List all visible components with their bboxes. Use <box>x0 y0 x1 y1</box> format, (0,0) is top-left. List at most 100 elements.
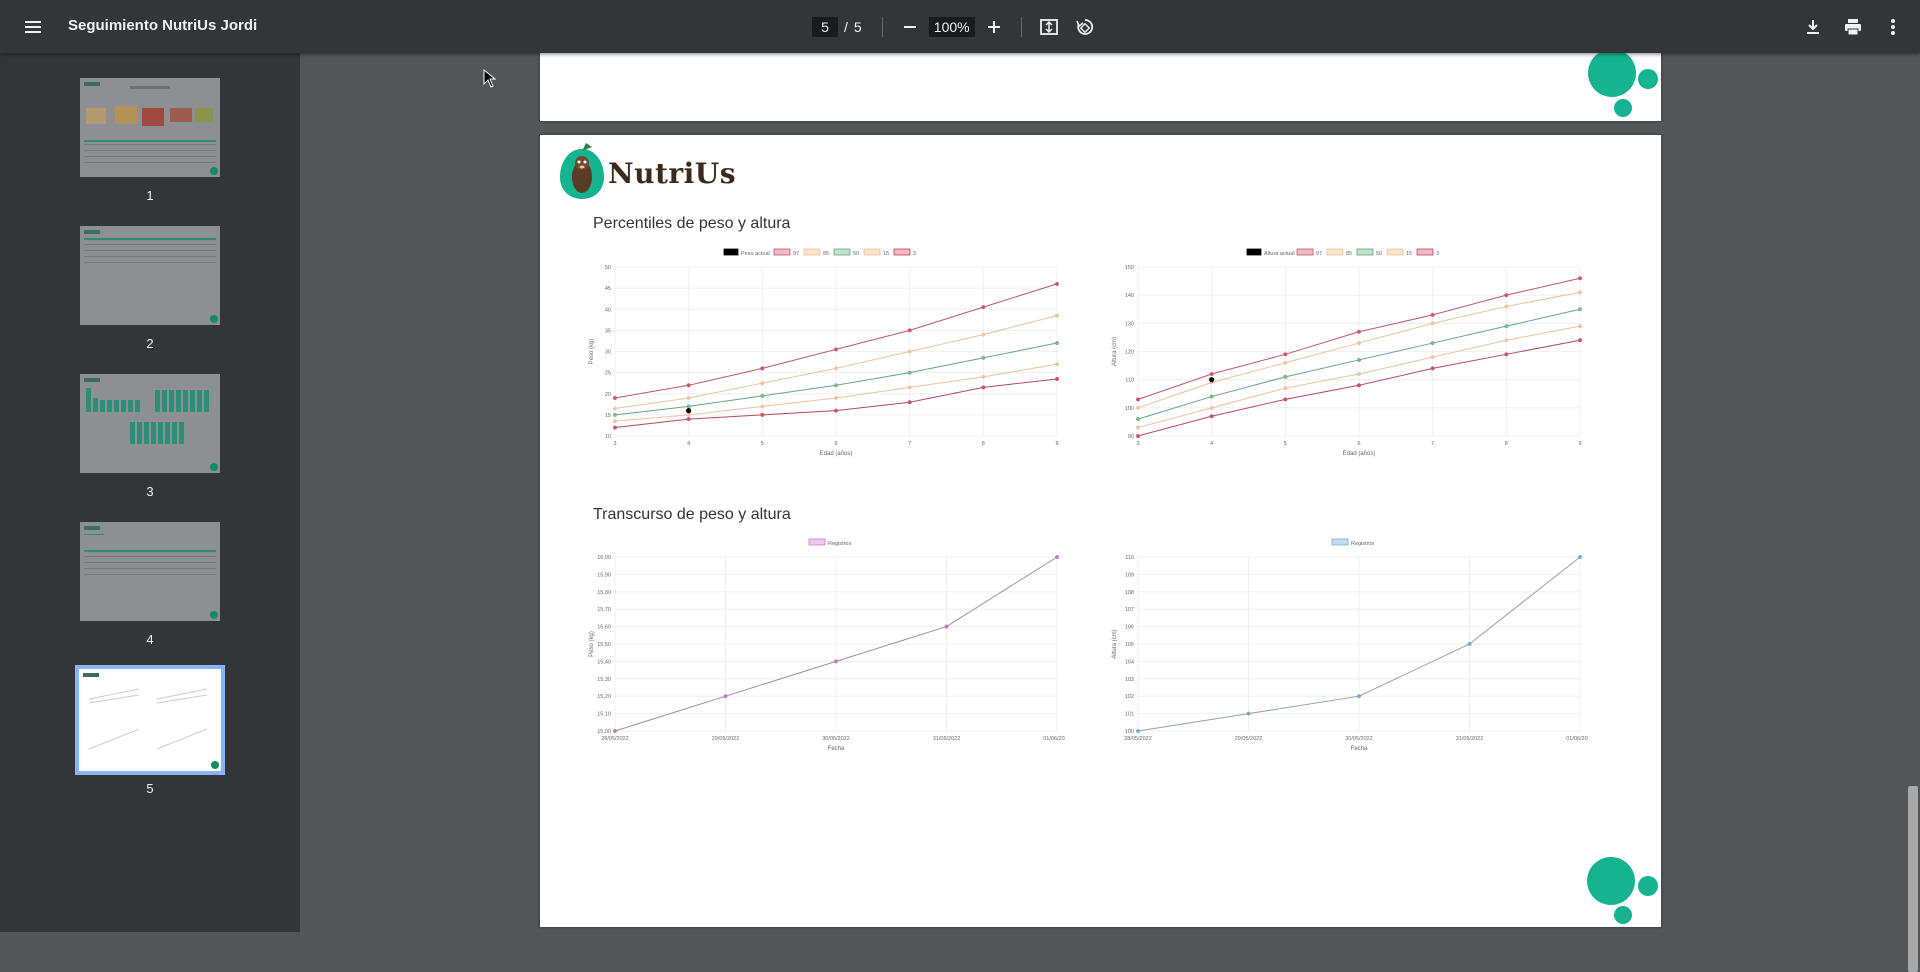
thumbnail-label: 4 <box>146 632 154 647</box>
data-point <box>1504 304 1509 309</box>
legend-label: 3 <box>1436 251 1439 257</box>
data-point <box>1055 376 1060 381</box>
x-tick-label: 5 <box>761 441 764 447</box>
data-point <box>1209 372 1214 377</box>
y-tick-label: 90 <box>1128 434 1134 440</box>
data-point <box>833 408 838 413</box>
data-point <box>981 305 986 310</box>
data-point <box>1430 355 1435 360</box>
data-point <box>1578 555 1583 560</box>
y-axis-label: Altura (cm) <box>1112 629 1118 658</box>
y-tick-label: 15,40 <box>597 659 611 665</box>
data-point <box>760 393 765 398</box>
y-tick-label: 15,00 <box>597 729 611 735</box>
current-value-point <box>686 408 692 414</box>
fit-to-page-icon <box>1039 19 1058 35</box>
y-tick-label: 140 <box>1125 293 1134 299</box>
x-tick-label: 3 <box>613 441 616 447</box>
rotate-button[interactable] <box>1072 14 1098 40</box>
print-icon <box>1845 19 1861 36</box>
data-point <box>1578 324 1583 329</box>
y-tick-label: 109 <box>1125 572 1134 578</box>
zoom-out-button[interactable] <box>897 14 923 40</box>
fit-page-button[interactable] <box>1036 14 1062 40</box>
page-number-input[interactable] <box>812 17 838 37</box>
data-point <box>1136 417 1141 422</box>
x-axis-label: Fecha <box>828 746 845 752</box>
y-tick-label: 102 <box>1125 694 1134 700</box>
data-point <box>981 332 986 337</box>
data-point <box>1136 425 1141 430</box>
print-button[interactable] <box>1840 14 1866 40</box>
page-thumbnail <box>80 78 220 177</box>
legend-swatch <box>1416 248 1434 256</box>
zoom-input[interactable] <box>928 17 975 37</box>
y-tick-label: 45 <box>605 286 611 292</box>
mouse-cursor-icon <box>483 69 497 88</box>
y-tick-label: 110 <box>1125 378 1134 384</box>
x-tick-label: 28/05/2022 <box>1124 736 1152 742</box>
data-point <box>1578 307 1583 312</box>
data-point <box>833 347 838 352</box>
x-tick-label: 7 <box>1431 441 1434 447</box>
data-point <box>1430 321 1435 326</box>
data-point <box>1055 341 1060 346</box>
data-point <box>907 370 912 375</box>
rotate-icon <box>1075 19 1093 35</box>
nutrius-logo-icon <box>560 143 604 199</box>
data-point <box>760 381 765 386</box>
data-point <box>1209 414 1214 419</box>
data-point <box>760 412 765 417</box>
thumbnail-label: 3 <box>146 484 154 499</box>
more-vert-icon <box>1891 19 1895 35</box>
legend-swatch <box>863 248 881 256</box>
download-button[interactable] <box>1800 14 1826 40</box>
section-title-percentiles: Percentiles de peso y altura <box>593 215 791 232</box>
legend-swatch <box>773 248 791 256</box>
y-tick-label: 130 <box>1125 321 1134 327</box>
vertical-scrollbar[interactable] <box>1906 53 1920 972</box>
data-point <box>613 419 618 424</box>
data-point <box>1356 341 1361 346</box>
thumbnail-sidebar: 1 2 3 4 5 <box>0 53 300 932</box>
legend-swatch <box>723 248 739 256</box>
legend-swatch <box>1326 248 1344 256</box>
y-tick-label: 15,10 <box>597 712 611 718</box>
decorative-circles-icon <box>1588 53 1658 117</box>
more-options-button[interactable] <box>1880 14 1906 40</box>
legend-label: Registros <box>1351 541 1374 547</box>
weight-percentile-chart: Peso actual 97 85 50 15 31015202530354045503 4… <box>589 248 1060 457</box>
data-point <box>907 349 912 354</box>
x-tick-label: 28/05/2022 <box>601 736 629 742</box>
height-history-chart: Registros 100 101 102 103 104 105 106 107 108 109 1… <box>1112 538 1588 752</box>
height-percentile-chart: Altura actual 97 85 50 15 3901001101201301401… <box>1112 248 1583 457</box>
y-tick-label: 104 <box>1125 659 1134 665</box>
data-point <box>686 404 691 409</box>
y-tick-label: 20 <box>605 392 611 398</box>
data-point <box>833 659 838 664</box>
x-tick-label: 3 <box>1136 441 1139 447</box>
y-tick-label: 50 <box>605 265 611 271</box>
x-tick-label: 7 <box>908 441 911 447</box>
data-point <box>686 395 691 400</box>
legend-label: 85 <box>823 251 829 257</box>
x-tick-label: 31/05/2022 <box>933 736 961 742</box>
data-point <box>1578 290 1583 295</box>
data-point <box>1283 397 1288 402</box>
data-point <box>981 374 986 379</box>
legend-swatch <box>808 538 826 546</box>
zoom-in-button[interactable] <box>981 14 1007 40</box>
data-point <box>1578 338 1583 343</box>
data-point <box>1136 728 1141 733</box>
legend-swatch <box>1331 538 1349 546</box>
y-tick-label: 15 <box>605 413 611 419</box>
scrollbar-thumb[interactable] <box>1908 786 1918 972</box>
legend-label: Peso actual <box>741 251 770 257</box>
menu-icon[interactable] <box>20 14 46 40</box>
data-point <box>760 404 765 409</box>
data-point <box>833 383 838 388</box>
pdf-page-4-bottom <box>540 53 1661 121</box>
toolbar-divider <box>881 17 883 37</box>
data-point <box>686 383 691 388</box>
x-tick-label: 5 <box>1284 441 1287 447</box>
